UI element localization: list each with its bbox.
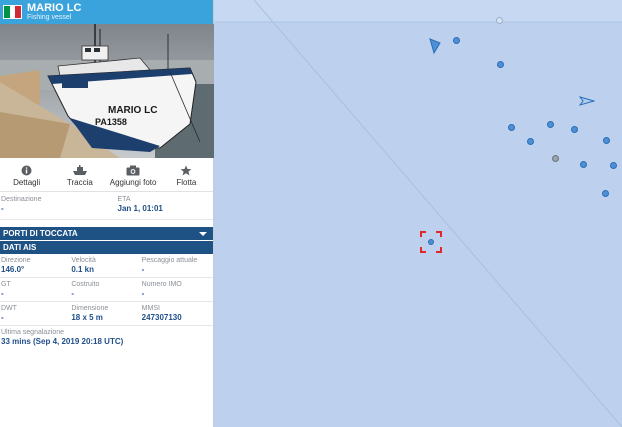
chevron-down-icon[interactable] — [199, 231, 207, 236]
details-button[interactable]: Dettagli — [0, 158, 53, 191]
built-label: Costruito — [71, 281, 100, 288]
vessel-marker[interactable] — [508, 124, 515, 131]
heading-label: Direzione — [1, 257, 31, 264]
ship-track-icon — [72, 165, 87, 175]
track-label: Traccia — [66, 178, 93, 187]
size-label: Dimensione — [71, 305, 109, 312]
vessel-name: MARIO LC — [27, 1, 82, 14]
built-value: - — [71, 289, 74, 298]
destination-label: Destinazione — [1, 196, 42, 203]
draught-value: - — [141, 265, 145, 274]
vessel-photo[interactable]: MARIO LC PA1358 — [0, 24, 214, 158]
speed-label: Velocità — [71, 257, 96, 264]
vessel-marker[interactable] — [453, 37, 460, 44]
svg-text:MARIO LC: MARIO LC — [108, 105, 157, 116]
vessel-marker[interactable] — [602, 190, 609, 197]
vessel-type: Fishing vessel — [27, 13, 72, 21]
ais-row-2: GT - Costruito - Numero IMO - — [0, 278, 213, 302]
ais-data-bar: DATI AIS — [0, 240, 213, 254]
map-view[interactable] — [214, 0, 622, 427]
selected-vessel-dot[interactable] — [428, 239, 434, 245]
last-report-value: 33 mins (Sep 4, 2019 20:18 UTC) — [1, 337, 124, 346]
info-icon — [21, 165, 32, 176]
destination-value: - — [1, 204, 4, 213]
size-value: 18 x 5 m — [71, 313, 103, 322]
dwt-label: DWT — [1, 305, 17, 312]
ais-row-3: DWT - Dimensione 18 x 5 m MMSI 247307130 — [0, 302, 213, 326]
voyage-row: Destinazione - ETA Jan 1, 01:01 — [0, 192, 213, 220]
speed-value: 0.1 kn — [71, 265, 95, 274]
vessel-arrow-marker[interactable] — [579, 96, 595, 106]
italy-flag-icon — [3, 5, 22, 19]
add-photo-label: Aggiungi foto — [109, 178, 157, 187]
heading-value: 146.0° — [1, 265, 25, 274]
vessel-arrow-marker[interactable] — [429, 38, 441, 54]
vessel-marker[interactable] — [496, 17, 503, 24]
vessel-marker[interactable] — [610, 162, 617, 169]
track-button[interactable]: Traccia — [53, 158, 106, 191]
mmsi-label: MMSI — [141, 305, 160, 312]
vessel-marker[interactable] — [552, 155, 559, 162]
panel-header: MARIO LC Fishing vessel — [0, 0, 213, 24]
eta-label: ETA — [117, 196, 131, 203]
action-bar: Dettagli Traccia Aggiungi foto Flotta — [0, 158, 213, 192]
vessel-marker[interactable] — [603, 137, 610, 144]
details-label: Dettagli — [13, 178, 41, 187]
dwt-value: - — [1, 313, 4, 322]
svg-text:PA1358: PA1358 — [95, 117, 127, 127]
add-photo-button[interactable]: Aggiungi foto — [107, 158, 160, 191]
imo-value: - — [141, 289, 145, 298]
draught-label: Pescaggio attuale — [141, 257, 198, 264]
vessel-info-panel: MARIO LC Fishing vessel MARIO LC PA1358 … — [0, 0, 214, 427]
star-icon — [180, 165, 192, 176]
ports-of-call-title: PORTI DI TOCCATA — [3, 229, 78, 238]
camera-icon — [126, 165, 140, 176]
gt-value: - — [1, 289, 4, 298]
gt-label: GT — [1, 281, 11, 288]
vessel-marker[interactable] — [527, 138, 534, 145]
ais-data-title: DATI AIS — [3, 243, 37, 252]
last-report-label: Ultima segnalazione — [1, 329, 65, 336]
imo-label: Numero IMO — [141, 281, 182, 288]
last-report-row: Ultima segnalazione 33 mins (Sep 4, 2019… — [0, 326, 213, 347]
vessel-marker[interactable] — [580, 161, 587, 168]
ports-of-call-bar[interactable]: PORTI DI TOCCATA — [0, 226, 213, 240]
mmsi-value: 247307130 — [141, 313, 182, 322]
selected-vessel-marker[interactable] — [420, 231, 442, 253]
vessel-marker[interactable] — [547, 121, 554, 128]
map-boundary-lines — [214, 0, 622, 427]
eta-value: Jan 1, 01:01 — [117, 204, 163, 213]
ais-row-1: Direzione 146.0° Velocità 0.1 kn Pescagg… — [0, 254, 213, 278]
vessel-marker[interactable] — [571, 126, 578, 133]
fleet-button[interactable]: Flotta — [160, 158, 213, 191]
fleet-label: Flotta — [176, 178, 197, 187]
vessel-marker[interactable] — [497, 61, 504, 68]
